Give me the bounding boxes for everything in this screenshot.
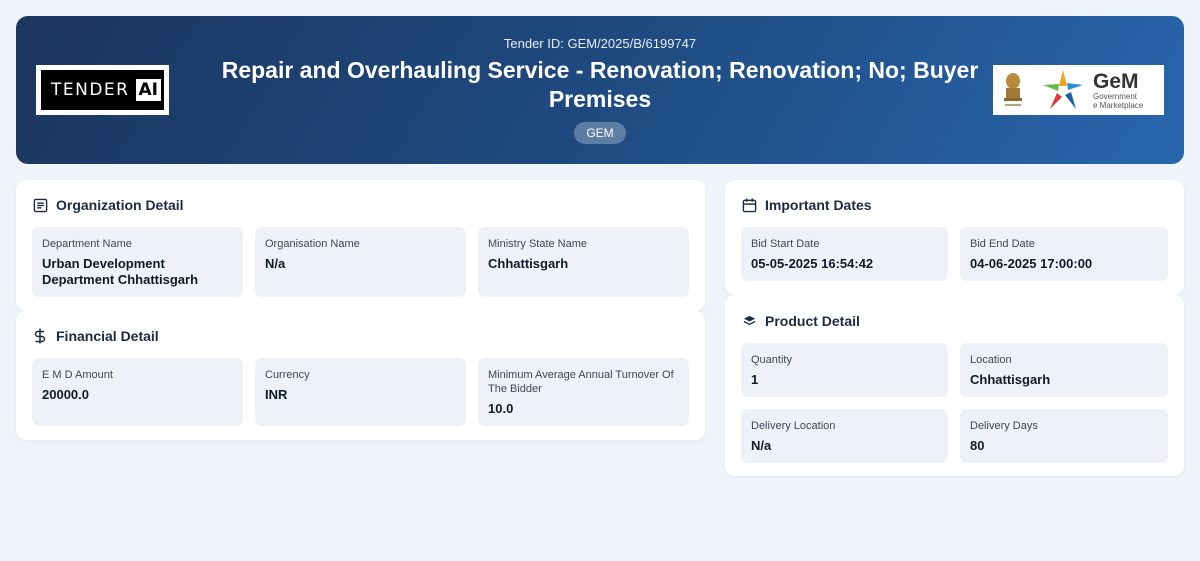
field-value: N/a	[751, 438, 772, 453]
field-label: Delivery Location	[751, 420, 836, 432]
field-label: Department Name	[42, 238, 132, 250]
field-label: E M D Amount	[42, 369, 113, 381]
field-value: 10.0	[488, 401, 514, 416]
source-badge: GEM	[574, 122, 626, 144]
organization-detail-card: Organization Detail Department Name Urba…	[16, 180, 705, 311]
gem-line1: Government	[1093, 91, 1138, 101]
product-title: Product Detail	[765, 313, 860, 329]
field-value: INR	[265, 387, 288, 402]
calendar-icon	[741, 197, 757, 213]
field-label: Ministry State Name	[488, 238, 588, 250]
gem-text: GeM Government e Marketplace	[1093, 71, 1143, 110]
field-value: Chhattisgarh	[488, 256, 569, 271]
card-title: Organization Detail	[32, 196, 689, 214]
field-value: 80	[970, 438, 985, 453]
page-title: Repair and Overhauling Service - Renovat…	[221, 57, 979, 112]
field-department-name: Department Name Urban Development Depart…	[32, 227, 243, 297]
field-value: 04-06-2025 17:00:00	[970, 256, 1093, 271]
card-title: Important Dates	[741, 196, 1168, 214]
tender-id: Tender ID: GEM/2025/B/6199747	[503, 36, 697, 51]
field-label: Delivery Days	[970, 420, 1038, 432]
tender-header: TENDER AI Tender ID: GEM/2025/B/6199747 …	[16, 16, 1184, 164]
field-organisation-name: Organisation Name N/a	[255, 227, 466, 297]
field-minimum-turnover: Minimum Average Annual Turnover Of The B…	[478, 358, 689, 426]
field-label: Organisation Name	[265, 238, 360, 250]
field-ministry-state-name: Ministry State Name Chhattisgarh	[478, 227, 689, 297]
product-detail-card: Product Detail Quantity 1 Location Chhat…	[725, 295, 1184, 476]
logo-accent: AI	[135, 79, 161, 101]
dates-title: Important Dates	[765, 197, 872, 213]
field-value: 20000.0	[42, 387, 89, 402]
field-delivery-location: Delivery Location N/a	[741, 409, 948, 463]
organization-title: Organization Detail	[56, 197, 184, 213]
field-label: Location	[970, 354, 1012, 366]
layers-icon	[741, 313, 757, 329]
field-emd-amount: E M D Amount 20000.0	[32, 358, 243, 426]
tender-ai-logo: TENDER AI	[36, 65, 169, 115]
header-center: Tender ID: GEM/2025/B/6199747 Repair and…	[196, 36, 1004, 144]
important-dates-card: Important Dates Bid Start Date 05-05-202…	[725, 180, 1184, 295]
gem-star-icon	[1041, 68, 1085, 112]
field-label: Bid End Date	[970, 238, 1035, 250]
field-label: Minimum Average Annual Turnover Of The B…	[488, 369, 674, 395]
field-location: Location Chhattisgarh	[960, 343, 1168, 397]
field-value: Chhattisgarh	[970, 372, 1051, 387]
financial-detail-card: Financial Detail E M D Amount 20000.0 Cu…	[16, 311, 705, 440]
field-value: 05-05-2025 16:54:42	[751, 256, 874, 271]
field-quantity: Quantity 1	[741, 343, 948, 397]
field-delivery-days: Delivery Days 80	[960, 409, 1168, 463]
field-value: N/a	[265, 256, 286, 271]
gem-word: GeM	[1093, 69, 1139, 93]
logo-word: TENDER	[51, 80, 130, 100]
card-title: Financial Detail	[32, 327, 689, 345]
field-value: Urban Development Department Chhattisgar…	[42, 256, 199, 287]
field-currency: Currency INR	[255, 358, 466, 426]
field-bid-end-date: Bid End Date 04-06-2025 17:00:00	[960, 227, 1168, 281]
national-emblem-icon	[999, 70, 1027, 110]
gem-logo: GeM Government e Marketplace	[993, 65, 1164, 115]
financial-title: Financial Detail	[56, 328, 159, 344]
field-label: Bid Start Date	[751, 238, 820, 250]
field-label: Currency	[265, 369, 310, 381]
dollar-icon	[32, 328, 48, 344]
field-value: 1	[751, 372, 759, 387]
field-bid-start-date: Bid Start Date 05-05-2025 16:54:42	[741, 227, 948, 281]
field-label: Quantity	[751, 354, 792, 366]
gem-line2: e Marketplace	[1093, 100, 1144, 110]
document-list-icon	[32, 197, 48, 213]
card-title: Product Detail	[741, 312, 1168, 330]
